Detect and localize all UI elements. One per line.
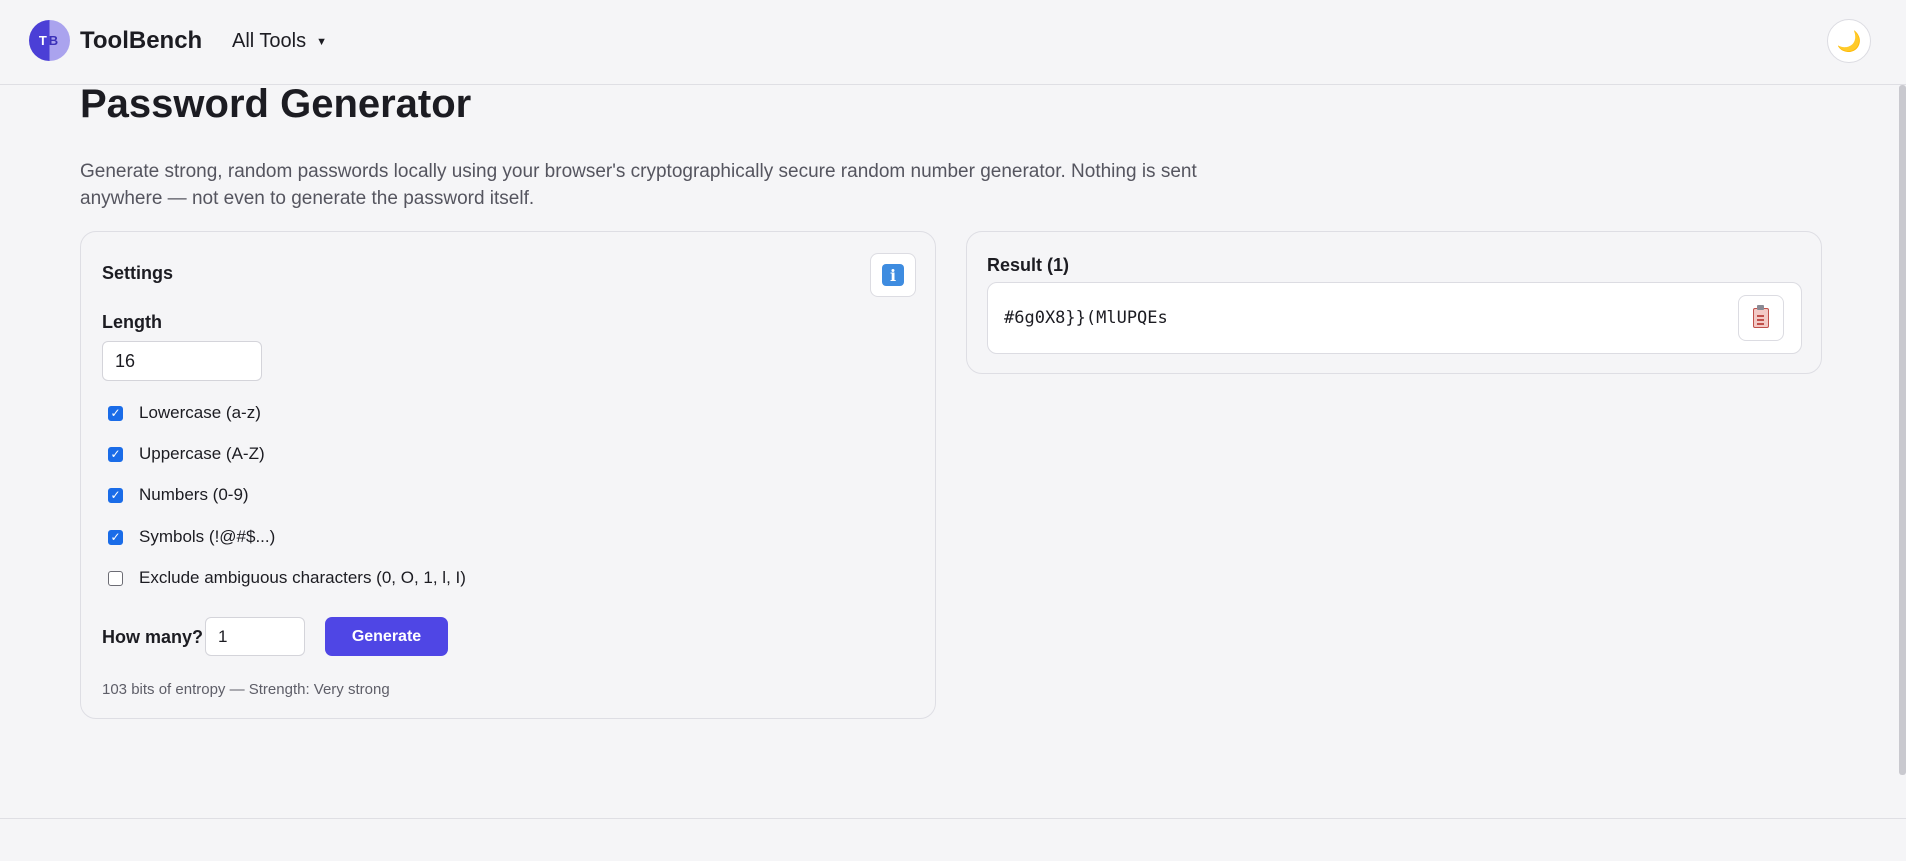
page-description: Generate strong, random passwords locall… — [80, 161, 1197, 209]
result-title: Result (1) — [987, 255, 1070, 275]
option-uppercase[interactable]: ✓ Uppercase (A-Z) — [108, 444, 265, 464]
caret-down-icon: ▼ — [316, 35, 328, 48]
symbols-checkbox[interactable]: ✓ — [108, 529, 123, 545]
logo-letter-t: T — [38, 33, 49, 48]
brand-name[interactable]: ToolBench — [80, 27, 202, 55]
how-many-input[interactable] — [205, 617, 305, 656]
page-title: Password Generator — [80, 82, 472, 126]
generate-button[interactable]: Generate — [325, 617, 448, 656]
option-label: Exclude ambiguous characters (0, O, 1, l… — [139, 568, 466, 587]
result-card: Result (1) #6g0X8}}(MlUPQEs — [966, 231, 1822, 374]
lowercase-checkbox[interactable]: ✓ — [108, 405, 123, 421]
settings-card: Settings i Length ✓ Lowercase (a-z) ✓ Up… — [80, 231, 936, 719]
generated-password[interactable]: #6g0X8}}(MlUPQEs — [1004, 308, 1168, 328]
how-many-label: How many? — [102, 627, 204, 647]
result-row: #6g0X8}}(MlUPQEs — [987, 282, 1802, 354]
settings-title: Settings — [102, 263, 174, 283]
length-input[interactable] — [102, 341, 262, 381]
numbers-checkbox[interactable]: ✓ — [108, 487, 123, 503]
option-label: Lowercase (a-z) — [139, 403, 261, 422]
uppercase-checkbox[interactable]: ✓ — [108, 446, 123, 462]
length-label: Length — [102, 312, 162, 332]
option-label: Numbers (0-9) — [139, 485, 249, 504]
all-tools-menu[interactable]: All Tools ▼ — [232, 30, 327, 53]
info-icon: i — [882, 264, 904, 286]
scrollbar[interactable] — [1899, 85, 1906, 775]
footer-divider — [0, 818, 1906, 819]
option-symbols[interactable]: ✓ Symbols (!@#$...) — [108, 527, 275, 547]
exclude-ambiguous-checkbox[interactable] — [108, 570, 123, 586]
moon-icon: 🌙 — [1836, 30, 1862, 53]
all-tools-label: All Tools — [232, 30, 307, 52]
option-exclude-ambiguous[interactable]: Exclude ambiguous characters (0, O, 1, l… — [108, 568, 466, 588]
theme-toggle-button[interactable]: 🌙 — [1827, 19, 1871, 63]
info-button[interactable]: i — [870, 253, 916, 297]
option-numbers[interactable]: ✓ Numbers (0-9) — [108, 485, 249, 505]
option-label: Uppercase (A-Z) — [139, 444, 265, 463]
logo-letter-b: B — [48, 33, 61, 48]
clipboard-icon — [1753, 305, 1769, 328]
entropy-status: 103 bits of entropy — Strength: Very str… — [102, 681, 390, 698]
top-bar: TB ToolBench All Tools ▼ 🌙 — [0, 0, 1906, 85]
option-label: Symbols (!@#$...) — [139, 527, 276, 546]
copy-button[interactable] — [1738, 295, 1784, 341]
option-lowercase[interactable]: ✓ Lowercase (a-z) — [108, 403, 261, 423]
logo[interactable]: TB — [29, 20, 70, 61]
